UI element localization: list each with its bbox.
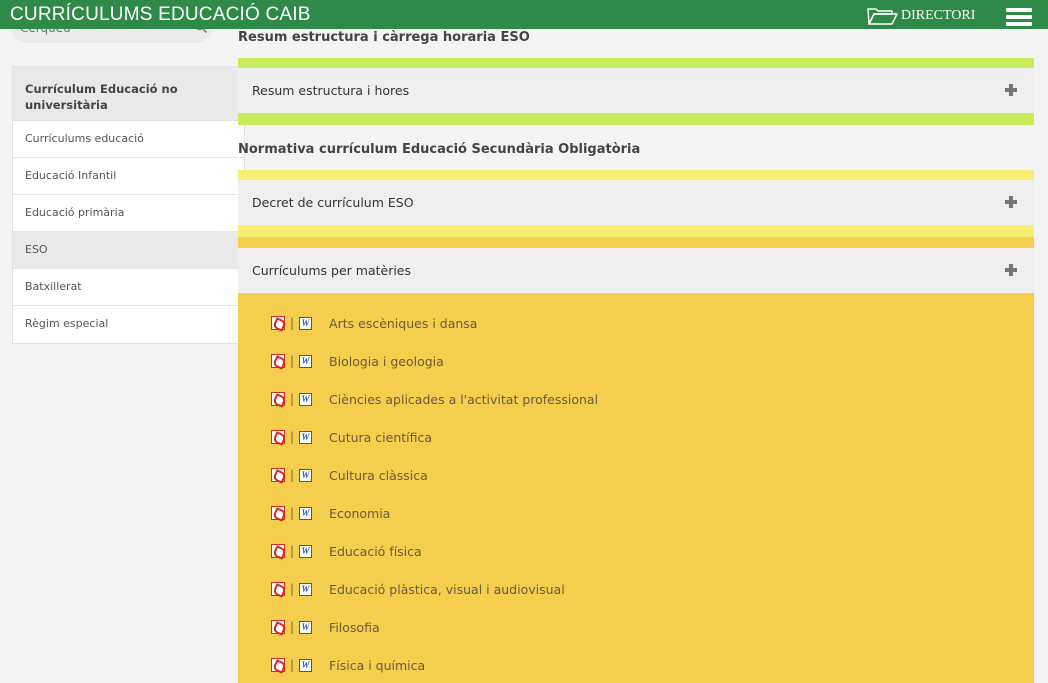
subject-link[interactable]: Física i química: [329, 658, 425, 673]
icon-separator: |: [290, 392, 295, 406]
green-band-top: [238, 58, 1034, 68]
list-item: | W Cultura clàssica: [271, 465, 428, 485]
directory-label: DIRECTORI: [901, 8, 976, 23]
icon-separator: |: [290, 620, 295, 634]
subject-link[interactable]: Economia: [329, 506, 390, 521]
icon-separator: |: [290, 316, 295, 330]
accordion-decret-label: Decret de currículum ESO: [252, 195, 414, 210]
sidebar-item-eso[interactable]: ESO: [13, 232, 244, 269]
sidebar-item-primaria[interactable]: Educació primària: [13, 195, 244, 232]
pdf-icon[interactable]: [271, 506, 285, 520]
sidebar-heading[interactable]: Currículum Educació no universitària: [13, 67, 244, 121]
subject-link[interactable]: Educació física: [329, 544, 422, 559]
word-doc-icon[interactable]: W: [299, 582, 313, 596]
accordion-curriculums-materies[interactable]: Currículums per matèries: [238, 248, 1034, 293]
yellow-band-top: [238, 170, 1034, 180]
pdf-icon[interactable]: [271, 316, 285, 330]
list-item: | W Física i química: [271, 655, 425, 675]
site-brand[interactable]: CURRÍCULUMS EDUCACIÓ CAIB: [10, 5, 311, 24]
subject-link[interactable]: Ciències aplicades a l'activitat profess…: [329, 392, 598, 407]
section-title-normativa: Normativa currículum Educació Secundària…: [238, 142, 641, 157]
word-doc-icon[interactable]: W: [299, 658, 313, 672]
subject-link[interactable]: Cultura clàssica: [329, 468, 428, 483]
menu-icon[interactable]: [1006, 6, 1032, 26]
directory-button[interactable]: DIRECTORI: [866, 6, 975, 26]
pdf-icon[interactable]: [271, 582, 285, 596]
pdf-icon[interactable]: [271, 392, 285, 406]
icon-separator: |: [290, 658, 295, 672]
icon-separator: |: [290, 354, 295, 368]
word-doc-icon[interactable]: W: [299, 506, 313, 520]
accordion-decret[interactable]: Decret de currículum ESO: [238, 180, 1034, 225]
pdf-icon[interactable]: [271, 658, 285, 672]
list-item: | W Educació plàstica, visual i audiovisua…: [271, 579, 565, 599]
subject-link[interactable]: Biologia i geologia: [329, 354, 444, 369]
section-title-summary: Resum estructura i càrrega horaria ESO: [238, 30, 530, 45]
word-doc-icon[interactable]: W: [299, 392, 313, 406]
subject-link[interactable]: Educació plàstica, visual i audiovisual: [329, 582, 565, 597]
icon-separator: |: [290, 506, 295, 520]
accordion-materies-label: Currículums per matèries: [252, 263, 412, 278]
pdf-icon[interactable]: [271, 620, 285, 634]
word-doc-icon[interactable]: W: [299, 316, 313, 330]
sidebar-item-batxillerat[interactable]: Batxillerat: [13, 269, 244, 306]
folder-icon: [867, 8, 898, 25]
green-band-bottom: [238, 113, 1034, 125]
yellow-band-bottom: [238, 225, 1034, 237]
list-item: | W Ciències aplicades a l'activitat profe…: [271, 389, 598, 409]
word-doc-icon[interactable]: W: [299, 468, 313, 482]
word-doc-icon[interactable]: W: [299, 544, 313, 558]
icon-separator: |: [290, 582, 295, 596]
subject-link[interactable]: Filosofia: [329, 620, 380, 635]
list-item: | W Educació física: [271, 541, 422, 561]
list-item: | W Filosofia: [271, 617, 380, 637]
list-item: | W Cutura científica: [271, 427, 432, 447]
sidebar-item-curriculums[interactable]: Currículums educació: [13, 121, 244, 158]
word-doc-icon[interactable]: W: [299, 430, 313, 444]
word-doc-icon[interactable]: W: [299, 620, 313, 634]
plus-icon[interactable]: [1005, 264, 1017, 276]
pdf-icon[interactable]: [271, 468, 285, 482]
accordion-summary[interactable]: Resum estructura i hores: [238, 68, 1034, 113]
subject-link[interactable]: Cutura científica: [329, 430, 432, 445]
icon-separator: |: [290, 430, 295, 444]
plus-icon[interactable]: [1005, 84, 1017, 96]
list-item: | W Economia: [271, 503, 390, 523]
top-bar: CURRÍCULUMS EDUCACIÓ CAIB DIRECTORI: [0, 0, 1048, 29]
subjects-panel: | W Arts escèniques i dansa | W Biologia i g…: [238, 293, 1034, 683]
icon-separator: |: [290, 468, 295, 482]
word-doc-icon[interactable]: W: [299, 354, 313, 368]
icon-separator: |: [290, 544, 295, 558]
pdf-icon[interactable]: [271, 430, 285, 444]
plus-icon[interactable]: [1005, 196, 1017, 208]
sidebar: Currículum Educació no universitària Cur…: [12, 66, 245, 344]
list-item: | W Arts escèniques i dansa: [271, 313, 477, 333]
list-item: | W Biologia i geologia: [271, 351, 444, 371]
pdf-icon[interactable]: [271, 354, 285, 368]
accordion-summary-label: Resum estructura i hores: [252, 83, 410, 98]
sidebar-item-infantil[interactable]: Educació Infantil: [13, 158, 244, 195]
orange-band-top: [238, 237, 1034, 248]
pdf-icon[interactable]: [271, 544, 285, 558]
subject-link[interactable]: Arts escèniques i dansa: [329, 316, 477, 331]
sidebar-item-regim-especial[interactable]: Règim especial: [13, 306, 244, 343]
